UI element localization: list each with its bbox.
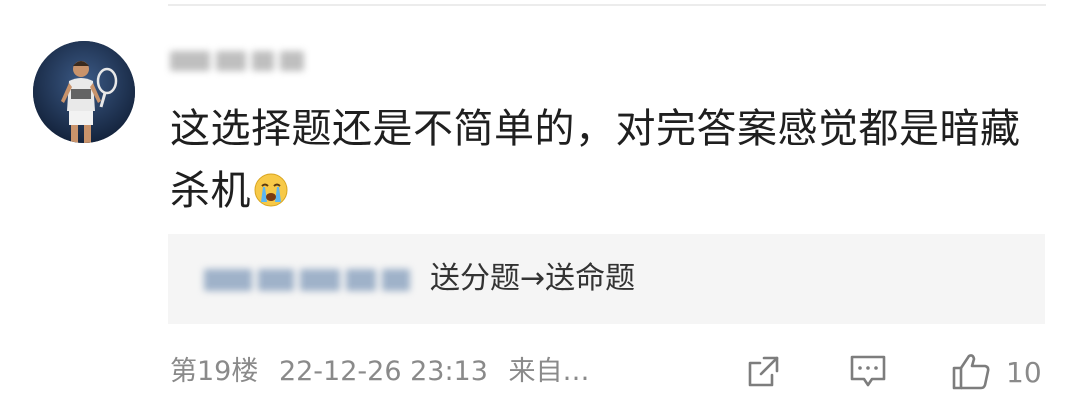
- quote-text: 送分题→送命题: [430, 261, 636, 296]
- share-button[interactable]: [744, 352, 782, 392]
- username-blurred[interactable]: [170, 44, 312, 78]
- comment-datetime: 22-12-26 23:13: [278, 356, 488, 387]
- like-button[interactable]: 10: [950, 352, 1042, 392]
- comment-meta: 第19楼 22-12-26 23:13 来自…: [170, 352, 590, 392]
- comment-icon: [850, 355, 886, 387]
- top-divider: [168, 4, 1046, 6]
- crying-face-emoji-icon: [253, 164, 289, 207]
- thumbs-up-icon: [952, 354, 990, 390]
- comment-body: 这选择题还是不简单的，对完答案感觉都是暗藏杀机: [170, 98, 1050, 222]
- tennis-player-avatar-icon: [33, 41, 135, 143]
- comment-source: 来自…: [508, 356, 590, 387]
- share-icon: [748, 356, 779, 387]
- reply-button[interactable]: [848, 352, 888, 392]
- like-count: 10: [1006, 355, 1042, 389]
- quoted-reply[interactable]: 送分题→送命题: [168, 234, 1045, 324]
- quote-username-blurred[interactable]: [204, 265, 414, 295]
- avatar[interactable]: [33, 41, 135, 143]
- comment-text: 这选择题还是不简单的，对完答案感觉都是暗藏杀机: [170, 106, 1021, 214]
- floor-number: 第19楼: [170, 356, 259, 387]
